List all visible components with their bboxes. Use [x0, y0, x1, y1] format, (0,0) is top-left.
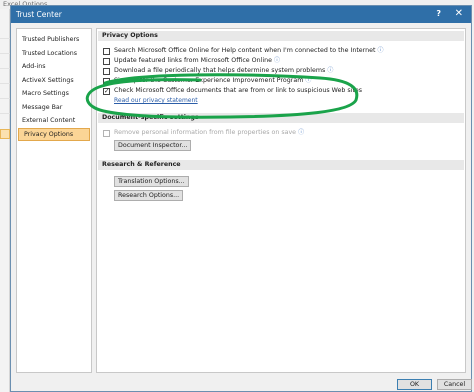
excel-options-nav-stub[interactable]	[0, 44, 10, 54]
option-ceip[interactable]: Sign up for the Customer Experience Impr…	[103, 76, 465, 86]
cancel-button[interactable]: Cancel	[437, 379, 472, 390]
option-label: Search Microsoft Office Online for Help …	[114, 47, 376, 54]
trust-center-nav: Trusted Publishers Trusted Locations Add…	[16, 28, 92, 373]
nav-item-add-ins[interactable]: Add-ins	[17, 60, 91, 74]
document-specific-header: Document-specific settings	[98, 113, 464, 123]
research-reference-header: Research & Reference	[98, 160, 464, 170]
option-label: Sign up for the Customer Experience Impr…	[114, 77, 304, 84]
option-check-suspicious-sites[interactable]: Check Microsoft Office documents that ar…	[103, 86, 465, 96]
checkbox[interactable]	[103, 58, 110, 65]
excel-options-nav-stub[interactable]	[0, 74, 10, 84]
translation-options-button[interactable]: Translation Options...	[114, 176, 189, 187]
privacy-options-header: Privacy Options	[98, 31, 464, 41]
privacy-options-panel: Privacy Options Search Microsoft Office …	[96, 28, 466, 373]
checkbox[interactable]	[103, 48, 110, 55]
excel-options-nav-stub[interactable]	[0, 104, 10, 114]
ok-button[interactable]: OK	[397, 379, 432, 390]
option-label: Check Microsoft Office documents that ar…	[114, 87, 363, 94]
checkbox-checked[interactable]	[103, 86, 110, 96]
privacy-statement-link[interactable]: Read our privacy statement	[114, 97, 198, 104]
close-icon[interactable]: ✕	[455, 8, 463, 19]
nav-item-privacy-options[interactable]: Privacy Options	[18, 127, 90, 141]
nav-item-trusted-publishers[interactable]: Trusted Publishers	[17, 33, 91, 47]
nav-item-activex-settings[interactable]: ActiveX Settings	[17, 74, 91, 88]
excel-options-nav-stub[interactable]	[0, 59, 10, 69]
excel-options-nav-stub-active[interactable]	[0, 129, 10, 139]
help-icon[interactable]: ?	[436, 9, 441, 18]
info-icon[interactable]: ⓘ	[327, 67, 333, 74]
option-label: Download a file periodically that helps …	[114, 67, 326, 74]
research-options-button[interactable]: Research Options...	[114, 190, 184, 201]
trust-center-dialog: Trust Center ? ✕ Trusted Publishers Trus…	[10, 5, 472, 392]
option-download-diagnostic-file[interactable]: Download a file periodically that helps …	[103, 66, 465, 76]
excel-options-nav-stub[interactable]	[0, 89, 10, 99]
checkbox[interactable]	[103, 78, 110, 85]
info-icon[interactable]: ⓘ	[274, 57, 280, 64]
option-search-office-online[interactable]: Search Microsoft Office Online for Help …	[103, 46, 465, 56]
checkbox[interactable]	[103, 68, 110, 75]
excel-options-nav-stub[interactable]	[0, 29, 10, 39]
option-remove-personal-info: Remove personal information from file pr…	[103, 128, 465, 138]
checkbox-disabled	[103, 130, 110, 137]
option-update-featured-links[interactable]: Update featured links from Microsoft Off…	[103, 56, 465, 66]
nav-item-macro-settings[interactable]: Macro Settings	[17, 87, 91, 101]
info-icon[interactable]: ⓘ	[377, 47, 383, 54]
dialog-title: Trust Center	[16, 10, 62, 19]
nav-item-trusted-locations[interactable]: Trusted Locations	[17, 47, 91, 61]
info-icon[interactable]: ⓘ	[298, 129, 304, 136]
info-icon[interactable]: ⓘ	[305, 77, 311, 84]
document-inspector-button[interactable]: Document Inspector...	[114, 140, 192, 151]
nav-item-external-content[interactable]: External Content	[17, 114, 91, 128]
dialog-titlebar: Trust Center ? ✕	[11, 6, 471, 23]
option-label: Remove personal information from file pr…	[114, 129, 297, 136]
excel-options-nav-strip	[0, 9, 10, 392]
option-label: Update featured links from Microsoft Off…	[114, 57, 272, 64]
nav-item-message-bar[interactable]: Message Bar	[17, 101, 91, 115]
